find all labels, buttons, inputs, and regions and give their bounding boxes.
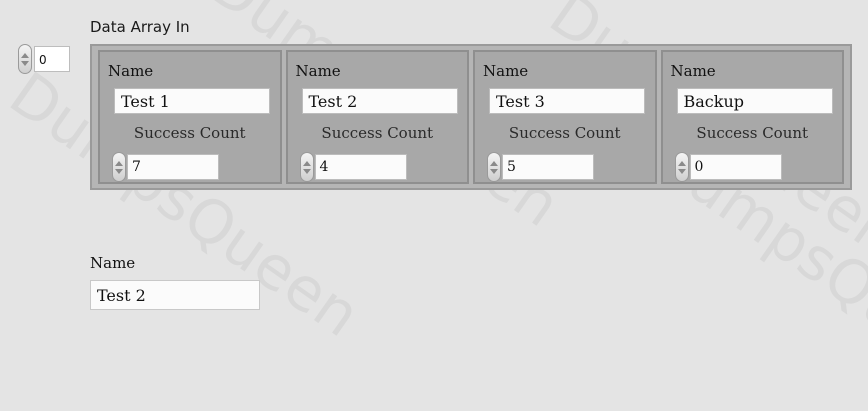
- up-down-spinner-icon[interactable]: [299, 152, 314, 182]
- name-field[interactable]: Test 1: [114, 88, 270, 114]
- name-label: Name: [483, 62, 529, 80]
- decrement-arrow-icon[interactable]: [677, 168, 686, 174]
- up-down-spinner-icon[interactable]: [487, 152, 501, 182]
- decrement-arrow-icon[interactable]: [490, 168, 498, 174]
- increment-arrow-icon[interactable]: [21, 52, 29, 58]
- name-label: Name: [295, 62, 341, 80]
- array-label: Data Array In: [90, 18, 190, 36]
- cluster-element: Name Test 3 Success Count 5: [473, 50, 657, 184]
- success-count-label: Success Count: [508, 124, 621, 142]
- success-count-field[interactable]: 4: [314, 154, 407, 180]
- decrement-arrow-icon[interactable]: [115, 168, 123, 174]
- data-array-in: Name Test 1 Success Count 7 Name Test 2 …: [90, 44, 852, 190]
- output-name-label: Name: [90, 254, 136, 272]
- success-count-control[interactable]: 7: [112, 152, 219, 182]
- success-count-control[interactable]: 5: [487, 152, 594, 182]
- name-field[interactable]: Backup: [676, 88, 833, 114]
- up-down-spinner-icon[interactable]: [112, 152, 126, 182]
- success-count-label: Success Count: [133, 124, 246, 142]
- success-count-label: Success Count: [321, 124, 434, 142]
- increment-arrow-icon[interactable]: [677, 160, 686, 166]
- name-label: Name: [108, 62, 154, 80]
- decrement-arrow-icon[interactable]: [302, 168, 311, 174]
- increment-arrow-icon[interactable]: [490, 160, 498, 166]
- decrement-arrow-icon[interactable]: [21, 60, 29, 66]
- success-count-label: Success Count: [696, 124, 809, 142]
- success-count-control[interactable]: 4: [299, 152, 407, 182]
- cluster-element: Name Backup Success Count 0: [660, 50, 844, 184]
- array-index-field[interactable]: 0: [34, 46, 70, 72]
- increment-arrow-icon[interactable]: [115, 160, 123, 166]
- cluster-element: Name Test 2 Success Count 4: [285, 50, 469, 184]
- up-down-spinner-icon[interactable]: [18, 44, 32, 74]
- success-count-control[interactable]: 0: [674, 152, 782, 182]
- name-field[interactable]: Test 3: [489, 88, 645, 114]
- increment-arrow-icon[interactable]: [302, 160, 311, 166]
- up-down-spinner-icon[interactable]: [674, 152, 689, 182]
- success-count-field[interactable]: 0: [689, 154, 782, 180]
- success-count-field[interactable]: 5: [502, 154, 594, 180]
- output-name-indicator: Test 2: [90, 280, 260, 310]
- name-label: Name: [670, 62, 716, 80]
- success-count-field[interactable]: 7: [127, 154, 219, 180]
- name-field[interactable]: Test 2: [301, 88, 458, 114]
- array-index-control[interactable]: 0: [18, 44, 70, 74]
- cluster-element: Name Test 1 Success Count 7: [98, 50, 282, 184]
